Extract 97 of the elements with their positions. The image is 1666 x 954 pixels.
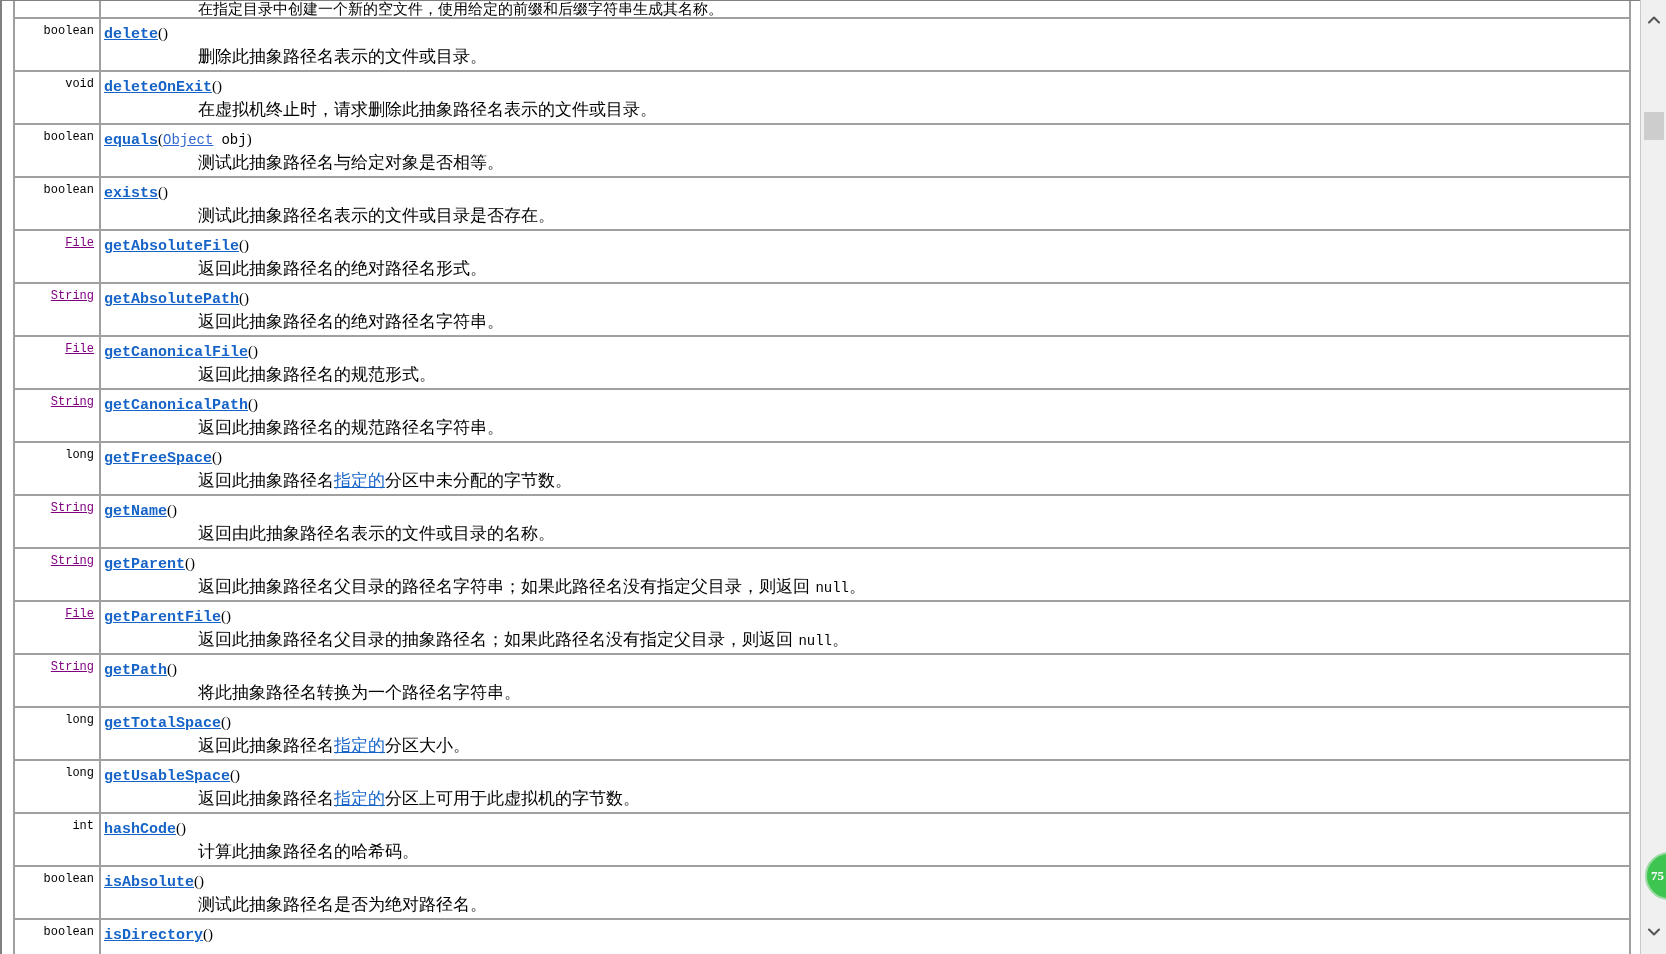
method-link[interactable]: getParentFile xyxy=(104,607,222,630)
method-description: 将此抽象路径名转换为一个路径名字符串。 xyxy=(198,681,521,704)
close-paren: ) xyxy=(181,819,186,838)
scrollbar[interactable] xyxy=(1640,0,1666,954)
method-description: 返回由此抽象路径名表示的文件或目录的名称。 xyxy=(198,522,555,545)
open-paren: ( xyxy=(158,130,163,149)
close-paren: ) xyxy=(226,607,232,626)
method-link[interactable]: getParent xyxy=(104,554,185,577)
method-link[interactable]: getPath xyxy=(104,660,167,683)
method-description: 返回此抽象路径名指定的分区中未分配的字节数。 xyxy=(198,469,572,492)
method-link[interactable]: getCanonicalFile xyxy=(104,342,249,365)
description-link[interactable]: 指定的 xyxy=(334,470,385,490)
close-paren: ) xyxy=(190,554,195,573)
method-link[interactable]: getFreeSpace xyxy=(104,448,213,471)
method-description: 返回此抽象路径名父目录的路径名字符串；如果此路径名没有指定父目录，则返回 null。 xyxy=(198,575,866,598)
open-paren: ( xyxy=(167,660,172,679)
close-paren: ) xyxy=(217,448,223,467)
method-description: 返回此抽象路径名的绝对路径名字符串。 xyxy=(198,310,504,333)
param-name: obj xyxy=(221,131,247,150)
method-description: 在指定目录中创建一个新的空文件，使用给定的前缀和后缀字符串生成其名称。 xyxy=(198,1,723,17)
description-link[interactable]: 指定的 xyxy=(334,735,385,755)
method-description: 测试此抽象路径名是否为绝对路径名。 xyxy=(198,893,487,916)
method-description: 删除此抽象路径名表示的文件或目录。 xyxy=(198,45,487,68)
method-description: 返回此抽象路径名指定的分区大小。 xyxy=(198,734,470,757)
return-type-link[interactable]: String xyxy=(50,289,94,304)
return-type-link[interactable]: String xyxy=(50,501,94,516)
return-type: long xyxy=(65,448,94,463)
return-type: long xyxy=(65,766,94,781)
return-type: boolean xyxy=(43,24,94,39)
description-link[interactable]: 指定的 xyxy=(334,788,385,808)
method-link[interactable]: getAbsoluteFile xyxy=(104,236,240,259)
close-paren: ) xyxy=(244,236,250,255)
method-link[interactable]: getCanonicalPath xyxy=(104,395,249,418)
close-paren: ) xyxy=(172,501,177,520)
open-paren: ( xyxy=(221,713,227,732)
method-link[interactable]: delete xyxy=(104,24,158,47)
method-description: 在虚拟机终止时，请求删除此抽象路径名表示的文件或目录。 xyxy=(198,98,657,121)
method-description: 返回此抽象路径名的绝对路径名形式。 xyxy=(198,257,487,280)
method-description: 测试此抽象路径名表示的文件或目录是否存在。 xyxy=(198,204,555,227)
close-paren: ) xyxy=(208,925,214,944)
method-description: 返回此抽象路径名的规范路径名字符串。 xyxy=(198,416,504,439)
return-type: void xyxy=(65,77,94,92)
open-paren: ( xyxy=(185,554,190,573)
close-paren: ) xyxy=(226,713,232,732)
method-link[interactable]: getAbsolutePath xyxy=(104,289,240,312)
scroll-thumb[interactable] xyxy=(1643,112,1664,140)
method-link[interactable]: getName xyxy=(104,501,167,524)
method-link[interactable]: getUsableSpace xyxy=(104,766,231,789)
return-type: boolean xyxy=(43,183,94,198)
open-paren: ( xyxy=(230,766,236,785)
open-paren: ( xyxy=(167,501,172,520)
close-paren: ) xyxy=(244,289,250,308)
return-type-link[interactable]: File xyxy=(65,236,94,251)
open-paren: ( xyxy=(203,925,209,944)
open-paren: ( xyxy=(176,819,181,838)
return-type-link[interactable]: File xyxy=(65,607,94,622)
method-link[interactable]: equals xyxy=(104,130,158,153)
close-paren: ) xyxy=(172,660,177,679)
close-paren: ) xyxy=(163,183,168,202)
return-type-link[interactable]: String xyxy=(50,660,94,675)
method-link[interactable]: isDirectory xyxy=(104,925,204,948)
open-paren: ( xyxy=(239,236,245,255)
close-paren: ) xyxy=(246,130,252,149)
open-paren: ( xyxy=(158,183,163,202)
method-link[interactable]: getTotalSpace xyxy=(104,713,222,736)
method-description: 返回此抽象路径名的规范形式。 xyxy=(198,363,436,386)
open-paren: ( xyxy=(212,77,218,96)
return-type-link[interactable]: String xyxy=(50,395,94,410)
open-paren: ( xyxy=(239,289,245,308)
return-type-link[interactable]: File xyxy=(65,342,94,357)
method-description: 返回此抽象路径名指定的分区上可用于此虚拟机的字节数。 xyxy=(198,787,640,810)
return-type: boolean xyxy=(43,130,94,145)
method-description: 计算此抽象路径名的哈希码。 xyxy=(198,840,419,863)
method-description: 测试此抽象路径名与给定对象是否相等。 xyxy=(198,151,504,174)
open-paren: ( xyxy=(248,342,254,361)
method-link[interactable]: isAbsolute xyxy=(104,872,194,895)
return-type: long xyxy=(65,713,94,728)
return-type: boolean xyxy=(43,925,94,940)
close-paren: ) xyxy=(163,24,168,43)
return-type: boolean xyxy=(43,872,94,887)
method-link[interactable]: hashCode xyxy=(104,819,176,842)
open-paren: ( xyxy=(248,395,254,414)
open-paren: ( xyxy=(158,24,163,43)
close-paren: ) xyxy=(199,872,204,891)
method-link[interactable]: exists xyxy=(104,183,158,206)
open-paren: ( xyxy=(194,872,199,891)
param-type-link[interactable]: Object xyxy=(163,130,214,151)
method-description: 返回此抽象路径名父目录的抽象路径名；如果此路径名没有指定父目录，则返回 null。 xyxy=(198,628,849,651)
close-paren: ) xyxy=(253,342,259,361)
close-paren: ) xyxy=(217,77,223,96)
return-type-link[interactable]: String xyxy=(50,554,94,569)
open-paren: ( xyxy=(212,448,218,467)
close-paren: ) xyxy=(235,766,241,785)
close-paren: ) xyxy=(253,395,259,414)
method-link[interactable]: deleteOnExit xyxy=(104,77,213,100)
open-paren: ( xyxy=(221,607,227,626)
return-type: int xyxy=(72,819,94,834)
